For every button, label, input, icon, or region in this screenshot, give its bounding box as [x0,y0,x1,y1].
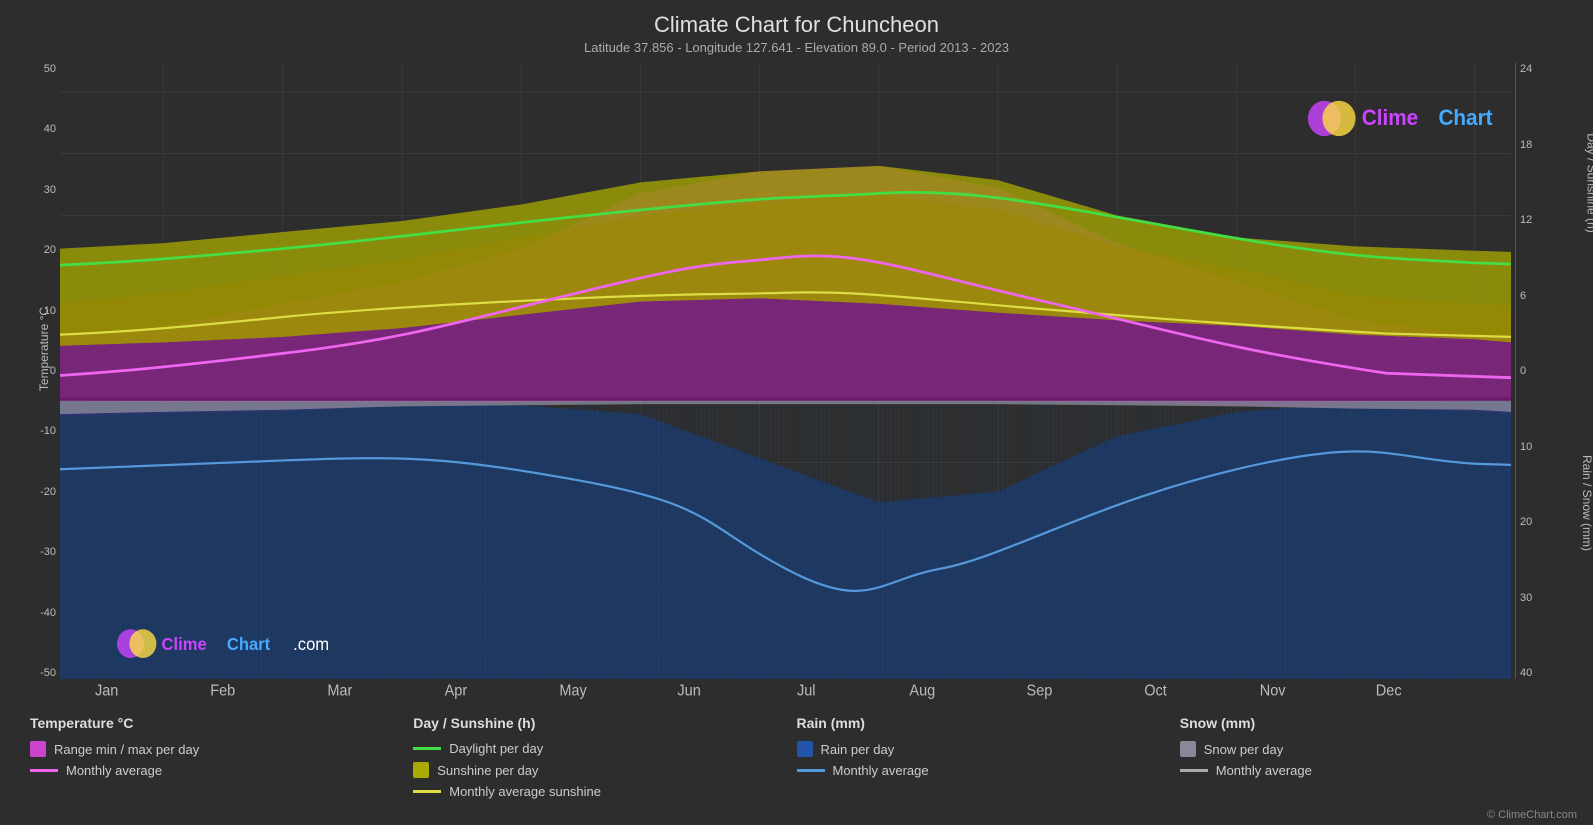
legend-line-temp-avg [30,769,58,772]
y-tick-n30: -30 [40,546,56,558]
legend-label-rain-avg: Monthly average [833,763,929,778]
legend-area: Temperature °C Range min / max per day M… [0,701,1593,807]
legend-line-rain-avg [797,769,825,772]
y-tick-n10: -10 [40,425,56,437]
svg-text:Jan: Jan [95,682,118,700]
y-axis-right: 24 18 12 6 0 10 20 30 40 Day / Sunshine … [1511,61,1593,701]
y-axis-left-label: Temperature °C [37,307,51,391]
y-right-tick-6: 6 [1520,290,1593,302]
legend-title-rain: Rain (mm) [797,715,1180,731]
y-tick-n50: -50 [40,667,56,679]
chart-area-wrapper: Temperature °C 50 40 30 20 10 0 -10 -20 … [0,61,1593,701]
legend-item-sunshine: Sunshine per day [413,762,796,778]
y-tick-n20: -20 [40,486,56,498]
legend-line-snow-avg [1180,769,1208,772]
legend-label-rain-per-day: Rain per day [821,742,895,757]
legend-label-temp-avg: Monthly average [66,763,162,778]
svg-text:Clime: Clime [1362,105,1418,130]
legend-item-temp-range: Range min / max per day [30,741,413,757]
y-axis-right-bottom-label: Rain / Snow (mm) [1580,455,1593,551]
y-right-tick-24: 24 [1520,63,1593,75]
y-right-tick-12: 12 [1520,214,1593,226]
svg-text:Dec: Dec [1376,682,1402,700]
legend-swatch-snow [1180,741,1196,757]
y-right-tick-0a: 0 [1520,365,1593,377]
legend-item-snow-avg: Monthly average [1180,763,1563,778]
svg-text:Jul: Jul [797,682,816,700]
svg-text:Jun: Jun [677,682,700,700]
legend-label-snow-avg: Monthly average [1216,763,1312,778]
svg-text:Mar: Mar [327,682,352,700]
svg-text:Feb: Feb [210,682,235,700]
svg-text:Aug: Aug [909,682,935,700]
svg-text:Clime: Clime [162,635,207,655]
legend-title-snow: Snow (mm) [1180,715,1563,731]
legend-item-temp-avg: Monthly average [30,763,413,778]
svg-text:Nov: Nov [1260,682,1286,700]
legend-item-rain-per-day: Rain per day [797,741,1180,757]
y-right-tick-10: 10 [1520,441,1593,453]
y-tick-50: 50 [44,63,56,75]
legend-swatch-rain [797,741,813,757]
svg-text:Chart: Chart [1438,105,1492,130]
svg-text:Sep: Sep [1027,682,1053,700]
y-tick-40: 40 [44,123,56,135]
main-chart: Clime Chart .com Clime Chart .com Jan Fe… [60,61,1511,701]
legend-line-daylight [413,747,441,750]
y-axis-right-top-label: Day / Sunshine (h) [1584,133,1593,232]
y-axis-left: Temperature °C 50 40 30 20 10 0 -10 -20 … [0,61,60,701]
svg-text:Apr: Apr [445,682,468,700]
svg-text:.com: .com [293,635,329,655]
svg-text:May: May [559,682,587,700]
y-tick-30: 30 [44,184,56,196]
y-right-tick-30: 30 [1520,592,1593,604]
legend-label-sunshine-avg: Monthly average sunshine [449,784,601,799]
legend-item-rain-avg: Monthly average [797,763,1180,778]
legend-label-temp-range: Range min / max per day [54,742,199,757]
legend-title-sunshine: Day / Sunshine (h) [413,715,796,731]
legend-label-sunshine: Sunshine per day [437,763,538,778]
copyright: © ClimeChart.com [0,807,1593,825]
legend-label-daylight: Daylight per day [449,741,543,756]
legend-line-sunshine-avg [413,790,441,793]
chart-container: Climate Chart for Chuncheon Latitude 37.… [0,0,1593,825]
legend-col-snow: Snow (mm) Snow per day Monthly average [1180,715,1563,799]
y-right-tick-40: 40 [1520,667,1593,679]
legend-item-daylight: Daylight per day [413,741,796,756]
svg-text:Chart: Chart [227,635,271,655]
legend-item-snow-per-day: Snow per day [1180,741,1563,757]
y-right-tick-18: 18 [1520,139,1593,151]
legend-col-sunshine: Day / Sunshine (h) Daylight per day Suns… [413,715,796,799]
legend-item-sunshine-avg: Monthly average sunshine [413,784,796,799]
legend-col-temperature: Temperature °C Range min / max per day M… [30,715,413,799]
legend-swatch-temp-range [30,741,46,757]
chart-subtitle: Latitude 37.856 - Longitude 127.641 - El… [0,40,1593,61]
legend-title-temp: Temperature °C [30,715,413,731]
legend-label-snow-per-day: Snow per day [1204,742,1284,757]
chart-title: Climate Chart for Chuncheon [0,0,1593,40]
y-tick-n40: -40 [40,607,56,619]
legend-col-rain: Rain (mm) Rain per day Monthly average [797,715,1180,799]
legend-swatch-sunshine [413,762,429,778]
svg-text:Oct: Oct [1144,682,1167,700]
chart-svg: Clime Chart .com Clime Chart .com Jan Fe… [60,61,1511,701]
y-tick-20: 20 [44,244,56,256]
